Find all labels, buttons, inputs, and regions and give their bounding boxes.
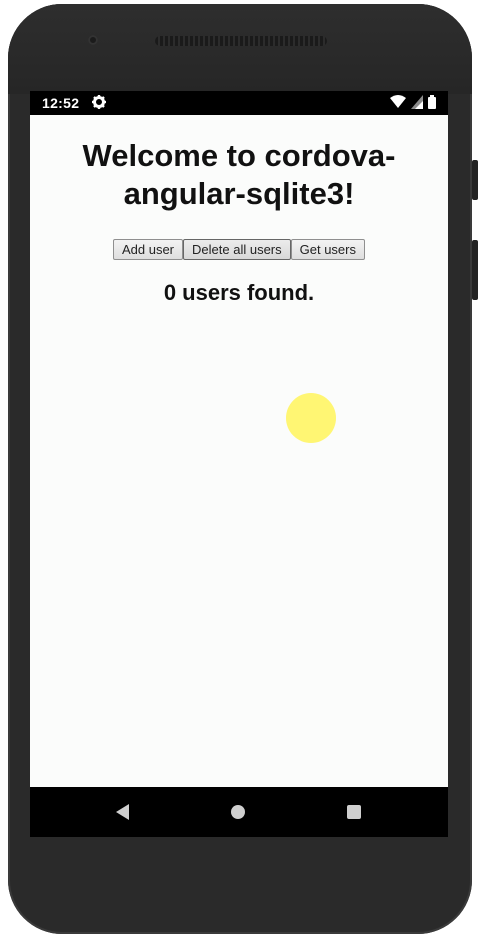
status-bar: 12:52 — [30, 91, 448, 115]
volume-button — [472, 240, 478, 300]
back-icon[interactable] — [116, 804, 129, 820]
wifi-icon — [390, 95, 406, 108]
get-users-button[interactable]: Get users — [290, 239, 365, 260]
phone-top-bezel — [8, 4, 472, 94]
power-button — [472, 160, 478, 200]
phone-screen: 12:52 Welcome to cordova-angular-sqlite3… — [30, 91, 448, 837]
button-row: Add user Delete all users Get users — [30, 239, 448, 260]
status-icons — [390, 95, 436, 109]
front-camera — [88, 35, 98, 45]
add-user-button[interactable]: Add user — [112, 239, 184, 260]
users-count-text: 0 users found. — [163, 280, 315, 305]
status-time: 12:52 — [42, 95, 80, 111]
delete-all-users-button[interactable]: Delete all users — [183, 239, 291, 260]
home-icon[interactable] — [231, 805, 245, 819]
battery-icon — [428, 95, 436, 109]
page-title: Welcome to cordova-angular-sqlite3! — [82, 138, 396, 211]
app-content: Welcome to cordova-angular-sqlite3! Add … — [30, 115, 448, 306]
recents-icon[interactable] — [347, 805, 361, 819]
gear-icon — [92, 95, 106, 109]
navigation-bar — [30, 787, 448, 837]
touch-indicator — [286, 393, 336, 443]
signal-icon — [411, 95, 423, 109]
earpiece-speaker — [155, 36, 327, 46]
